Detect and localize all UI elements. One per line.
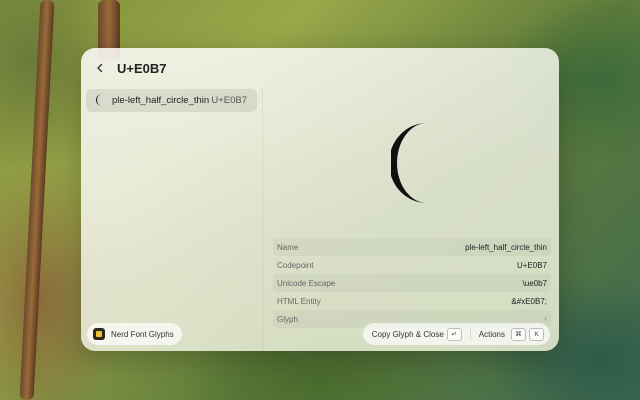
header: U+E0B7 [81, 48, 559, 88]
list-item[interactable]: ple-left_half_circle_thin U+E0B7 [86, 89, 257, 112]
action-bar: Copy Glyph & Close ↵ Actions ⌘ K [362, 323, 550, 345]
nerd-font-extension-icon [93, 328, 105, 340]
detail-row-codepoint: Codepoint U+E0B7 [273, 256, 551, 274]
list-item-name: ple-left_half_circle_thin [112, 95, 210, 106]
left-half-circle-thin-glyph [391, 123, 427, 203]
copy-glyph-close-button[interactable]: Copy Glyph & Close [372, 330, 444, 339]
detail-key: Name [277, 242, 299, 252]
detail-value: &#xE0B7; [511, 296, 547, 306]
detail-value-glyph [543, 315, 547, 324]
detail-row-name: Name ple-left_half_circle_thin [273, 238, 551, 256]
detail-key: Glyph [277, 314, 298, 324]
actions-button[interactable]: Actions [479, 330, 505, 339]
detail-row-unicode-escape: Unicode Escape \ue0b7 [273, 274, 551, 292]
detail-key: Unicode Escape [277, 278, 336, 288]
detail-metadata: Name ple-left_half_circle_thin Codepoint… [273, 238, 551, 328]
detail-row-html-entity: HTML Entity &#xE0B7; [273, 292, 551, 310]
detail-value: ple-left_half_circle_thin [465, 242, 547, 252]
glyph-list: ple-left_half_circle_thin U+E0B7 [81, 88, 262, 328]
chevron-left-icon [97, 63, 103, 73]
k-key-icon: K [529, 327, 544, 341]
raycast-window: U+E0B7 ple-left_half_circle_thin U+E0B7 … [81, 48, 559, 351]
command-key-icon: ⌘ [511, 327, 526, 341]
extension-badge[interactable]: Nerd Font Glyphs [87, 323, 182, 345]
extension-name: Nerd Font Glyphs [111, 329, 174, 339]
detail-key: HTML Entity [277, 296, 321, 306]
return-key-icon: ↵ [446, 327, 462, 341]
page-title: U+E0B7 [117, 60, 167, 76]
detail-value: \ue0b7 [522, 278, 547, 288]
back-button[interactable] [93, 61, 107, 75]
glyph-preview [263, 88, 559, 238]
list-item-glyph [90, 93, 108, 109]
detail-key: Codepoint [277, 260, 314, 270]
separator [469, 328, 471, 340]
painting-tree-trunk [19, 0, 55, 400]
detail-value: U+E0B7 [516, 260, 547, 270]
list-item-codepoint: U+E0B7 [211, 95, 247, 106]
